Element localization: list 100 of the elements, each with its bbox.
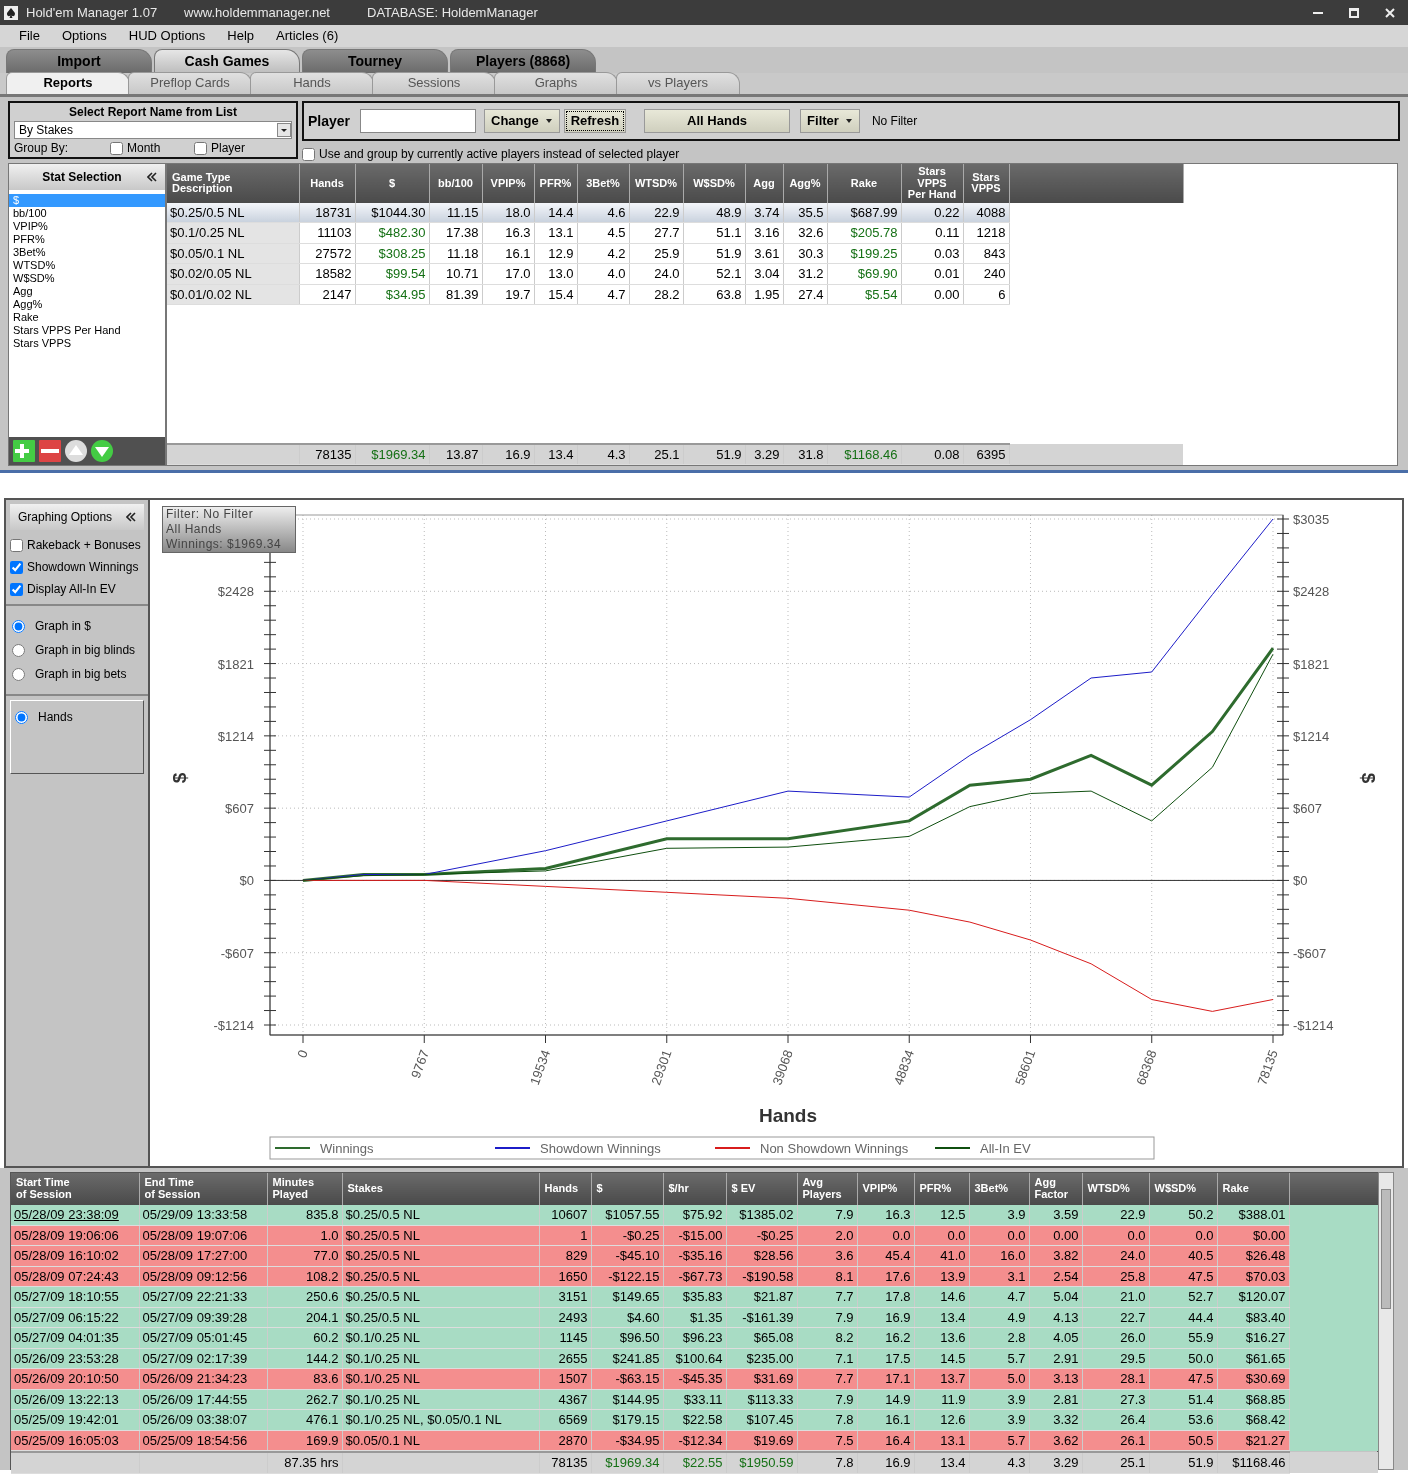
- column-header[interactable]: Minutes Played: [267, 1173, 342, 1205]
- checkbox[interactable]: [110, 141, 123, 155]
- table-row[interactable]: 05/27/09 06:15:22 05/27/09 09:39:28 204.1 $0.25/0.5 NL 2493 $4.60 $1.35 -$161.39 7.9 16.9 13.4 4.9 4.13 22.7 44.4 $83.40: [11, 1307, 1378, 1328]
- tab[interactable]: Import: [6, 49, 152, 73]
- website-link[interactable]: www.holdemmanager.net: [184, 2, 359, 23]
- report-dropdown[interactable]: By Stakes: [14, 121, 292, 139]
- axis-label: $0: [1293, 873, 1308, 889]
- column-header[interactable]: WTSD%: [1082, 1173, 1149, 1205]
- menu-item[interactable]: File: [8, 26, 51, 46]
- column-header[interactable]: Stakes: [342, 1173, 539, 1205]
- list-item[interactable]: Stars VPPS: [9, 337, 165, 350]
- tab[interactable]: Cash Games: [154, 49, 300, 73]
- column-header[interactable]: Stars VPPS Per Hand: [901, 164, 963, 203]
- tab[interactable]: Sessions: [372, 72, 496, 94]
- menu-item[interactable]: Articles (6): [265, 26, 350, 46]
- table-row[interactable]: $0.05/0.1 NL 27572 $308.25 11.18 16.1 12.9 4.2 25.9 51.9 3.61 30.3 $199.25 0.03 843: [167, 243, 1183, 264]
- list-item[interactable]: VPIP%: [9, 220, 165, 233]
- table-row[interactable]: 05/26/09 23:53:28 05/27/09 02:17:39 144.2 $0.1/0.25 NL 2655 $241.85 $100.64 $235.00 7.1 17.5 14.5 5.7 2.91 29.5 50.0 $61.65: [11, 1348, 1378, 1369]
- menu-item[interactable]: HUD Options: [117, 26, 217, 46]
- radio-button[interactable]: [12, 667, 25, 681]
- table-row[interactable]: $0.25/0.5 NL 18731 $1044.30 11.15 18.0 14.4 4.6 22.9 48.9 3.74 35.5 $687.99 0.22 4088: [167, 202, 1183, 223]
- checkbox[interactable]: [10, 538, 23, 552]
- column-header[interactable]: PFR%: [914, 1173, 969, 1205]
- column-header[interactable]: End Time of Session: [139, 1173, 267, 1205]
- table-row[interactable]: 05/28/09 07:24:43 05/28/09 09:12:56 108.2 $0.25/0.5 NL 1650 -$122.15 -$67.73 -$190.58 8.1 17.6 13.9 3.1 2.54 25.8 47.5 $70.03: [11, 1266, 1378, 1287]
- column-header[interactable]: W$SD%: [1149, 1173, 1217, 1205]
- column-header[interactable]: Start Time of Session: [11, 1173, 139, 1205]
- tab[interactable]: Players (8868): [450, 49, 596, 73]
- table-row[interactable]: $0.1/0.25 NL 11103 $482.30 17.38 16.3 13.1 4.5 27.7 51.1 3.16 32.6 $205.78 0.11 1218: [167, 222, 1183, 244]
- button[interactable]: Refresh: [563, 109, 627, 133]
- table-row[interactable]: $0.02/0.05 NL 18582 $99.54 10.71 17.0 13.0 4.0 24.0 52.1 3.04 31.2 $69.90 0.01 240: [167, 263, 1183, 285]
- radio-button[interactable]: [12, 619, 25, 633]
- table-cell: 30.3: [783, 243, 827, 264]
- column-header[interactable]: $/hr: [663, 1173, 726, 1205]
- radio-button[interactable]: [15, 710, 28, 724]
- collapse-icon[interactable]: [126, 512, 136, 522]
- table-row[interactable]: 05/26/09 13:22:13 05/26/09 17:44:55 262.7 $0.1/0.25 NL 4367 $144.95 $33.11 $113.33 7.9 14.9 11.9 3.9 2.81 27.3 51.4 $68.85: [11, 1389, 1378, 1410]
- column-header[interactable]: bb/100: [429, 164, 482, 203]
- column-header[interactable]: Stars VPPS: [963, 164, 1009, 203]
- checkbox[interactable]: [10, 560, 23, 574]
- list-item[interactable]: Rake: [9, 311, 165, 324]
- checkbox[interactable]: [194, 141, 207, 155]
- list-item[interactable]: PFR%: [9, 233, 165, 246]
- scrollbar[interactable]: [1378, 1172, 1394, 1470]
- column-header[interactable]: VPIP%: [857, 1173, 914, 1205]
- column-header[interactable]: Hands: [539, 1173, 591, 1205]
- column-header[interactable]: $ EV: [726, 1173, 797, 1205]
- list-item[interactable]: WTSD%: [9, 259, 165, 272]
- table-row[interactable]: 05/25/09 16:05:03 05/25/09 18:54:56 169.9 $0.05/0.1 NL 2870 -$34.95 -$12.34 $19.69 7.5 16.4 13.1 5.7 3.62 26.1 50.5 $21.27: [11, 1430, 1378, 1451]
- column-header[interactable]: WTSD%: [629, 164, 683, 203]
- table-row[interactable]: 05/26/09 20:10:50 05/26/09 21:34:23 83.6 $0.1/0.25 NL 1507 -$63.15 -$45.35 $31.69 7.7 17.1 13.7 5.0 3.13 28.1 47.5 $30.69: [11, 1368, 1378, 1389]
- tab[interactable]: Reports: [6, 72, 130, 94]
- column-header[interactable]: Agg: [745, 164, 783, 203]
- column-header[interactable]: Avg Players: [797, 1173, 857, 1205]
- dropdown-button[interactable]: Filter: [800, 109, 860, 133]
- tab[interactable]: Hands: [250, 72, 374, 94]
- tab[interactable]: Preflop Cards: [128, 72, 252, 94]
- checkbox[interactable]: [302, 147, 315, 161]
- minus-icon[interactable]: [39, 440, 61, 462]
- table-row[interactable]: $0.01/0.02 NL 2147 $34.95 81.39 19.7 15.4 4.7 28.2 63.8 1.95 27.4 $5.54 0.00 6: [167, 284, 1183, 305]
- checkbox[interactable]: [10, 582, 23, 596]
- column-header[interactable]: PFR%: [534, 164, 577, 203]
- column-header[interactable]: 3Bet%: [969, 1173, 1029, 1205]
- column-header[interactable]: Agg%: [783, 164, 827, 203]
- checkbox-label: Use and group by currently active players instead of selected player: [319, 146, 680, 163]
- list-item[interactable]: 3Bet%: [9, 246, 165, 259]
- column-header[interactable]: Agg Factor: [1029, 1173, 1082, 1205]
- column-header[interactable]: $: [355, 164, 429, 203]
- list-item[interactable]: Agg%: [9, 298, 165, 311]
- column-header[interactable]: $: [591, 1173, 663, 1205]
- table-row[interactable]: 05/27/09 04:01:35 05/27/09 05:01:45 60.2 $0.1/0.25 NL 1145 $96.50 $96.23 $65.08 8.2 16.2 13.6 2.8 4.05 26.0 55.9 $16.27: [11, 1327, 1378, 1348]
- column-header[interactable]: Game Type Description: [167, 164, 299, 203]
- table-row[interactable]: 05/28/09 16:10:02 05/28/09 17:27:00 77.0 $0.25/0.5 NL 829 -$45.10 -$35.16 $28.56 3.6 45.4 41.0 16.0 3.82 24.0 40.5 $26.48: [11, 1245, 1378, 1266]
- radio-button[interactable]: [12, 643, 25, 657]
- list-item[interactable]: W$SD%: [9, 272, 165, 285]
- menu-item[interactable]: Help: [216, 26, 266, 46]
- column-header[interactable]: VPIP%: [482, 164, 534, 203]
- menu-item[interactable]: Options: [50, 26, 118, 46]
- axis-title: $: [169, 772, 190, 784]
- tab[interactable]: vs Players: [616, 72, 740, 94]
- list-item[interactable]: bb/100: [9, 207, 165, 220]
- button[interactable]: All Hands: [644, 109, 791, 133]
- column-header[interactable]: Rake: [1217, 1173, 1289, 1205]
- table-row[interactable]: 05/25/09 19:42:01 05/26/09 03:38:07 476.1 $0.1/0.25 NL, $0.05/0.1 NL 6569 $179.15 $22.58 $107.45 7.8 16.1 12.6 3.9 3.32 26.4 53.6 $68.42: [11, 1409, 1378, 1430]
- column-header[interactable]: 3Bet%: [577, 164, 629, 203]
- table-cell: 22.9: [1082, 1205, 1149, 1225]
- table-row[interactable]: 05/27/09 18:10:55 05/27/09 22:21:33 250.6 $0.25/0.5 NL 3151 $149.65 $35.83 $21.87 7.7 17.8 14.6 4.7 5.04 21.0 52.7 $120.07: [11, 1286, 1378, 1307]
- collapse-icon[interactable]: [147, 172, 157, 182]
- table-row[interactable]: 05/28/09 19:06:06 05/28/09 19:07:06 1.0 $0.25/0.5 NL 1 -$0.25 -$15.00 -$0.25 2.0 0.0 0.0 0.0 0.00 0.0 0.0 $0.00: [11, 1225, 1378, 1246]
- player-field[interactable]: [360, 109, 476, 133]
- dropdown-button[interactable]: Change: [484, 109, 560, 133]
- table-row[interactable]: 05/28/09 23:38:09 05/29/09 13:33:58 835.8 $0.25/0.5 NL 10607 $1057.55 $75.92 $1385.02 7.9 16.3 12.5 3.9 3.59 22.9 50.2 $388.01: [11, 1205, 1378, 1225]
- column-header[interactable]: W$SD%: [683, 164, 745, 203]
- table-cell: 51.9: [1149, 1452, 1217, 1473]
- tab[interactable]: Graphs: [494, 72, 618, 94]
- tab[interactable]: Tourney: [302, 49, 448, 73]
- list-item[interactable]: Stars VPPS Per Hand: [9, 324, 165, 337]
- list-item[interactable]: Agg: [9, 285, 165, 298]
- column-header[interactable]: Rake: [827, 164, 901, 203]
- column-header[interactable]: Hands: [299, 164, 355, 203]
